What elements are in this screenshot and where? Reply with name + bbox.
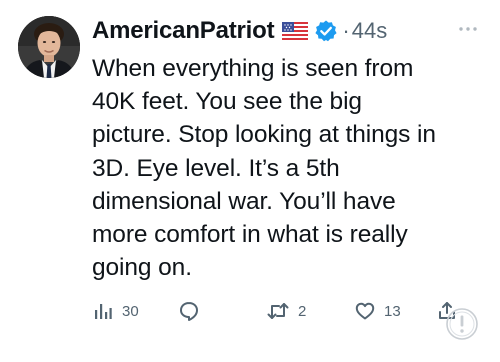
- separator-dot: ·: [342, 18, 350, 43]
- verified-badge-icon: [314, 19, 338, 43]
- heart-icon: [354, 300, 376, 322]
- tweet-text: When everything is seen from 40K feet. Y…: [92, 55, 436, 282]
- avatar[interactable]: [18, 16, 80, 78]
- like-button[interactable]: 13: [354, 296, 401, 326]
- views-button[interactable]: 30: [92, 296, 139, 326]
- views-chart-icon: [92, 300, 114, 322]
- tweet-card[interactable]: AmericanPatriot · 44s When everything is…: [0, 0, 500, 362]
- watermark-icon: [444, 306, 480, 342]
- tweet-action-bar: 30 2 13: [92, 296, 488, 326]
- like-count: 13: [384, 302, 401, 320]
- more-horizontal-icon[interactable]: [456, 22, 480, 36]
- repost-icon: [266, 300, 290, 322]
- us-flag-icon: [282, 22, 309, 40]
- avatar-photo: [18, 16, 80, 78]
- author-display-name[interactable]: AmericanPatriot: [92, 17, 275, 45]
- repost-button[interactable]: 2: [266, 296, 306, 326]
- tweet-timestamp[interactable]: 44s: [352, 18, 387, 44]
- views-count: 30: [122, 302, 139, 320]
- reply-button[interactable]: [178, 296, 200, 326]
- tweet-header: AmericanPatriot · 44s: [92, 14, 387, 48]
- repost-count: 2: [298, 302, 307, 320]
- reply-bubble-icon: [178, 300, 200, 322]
